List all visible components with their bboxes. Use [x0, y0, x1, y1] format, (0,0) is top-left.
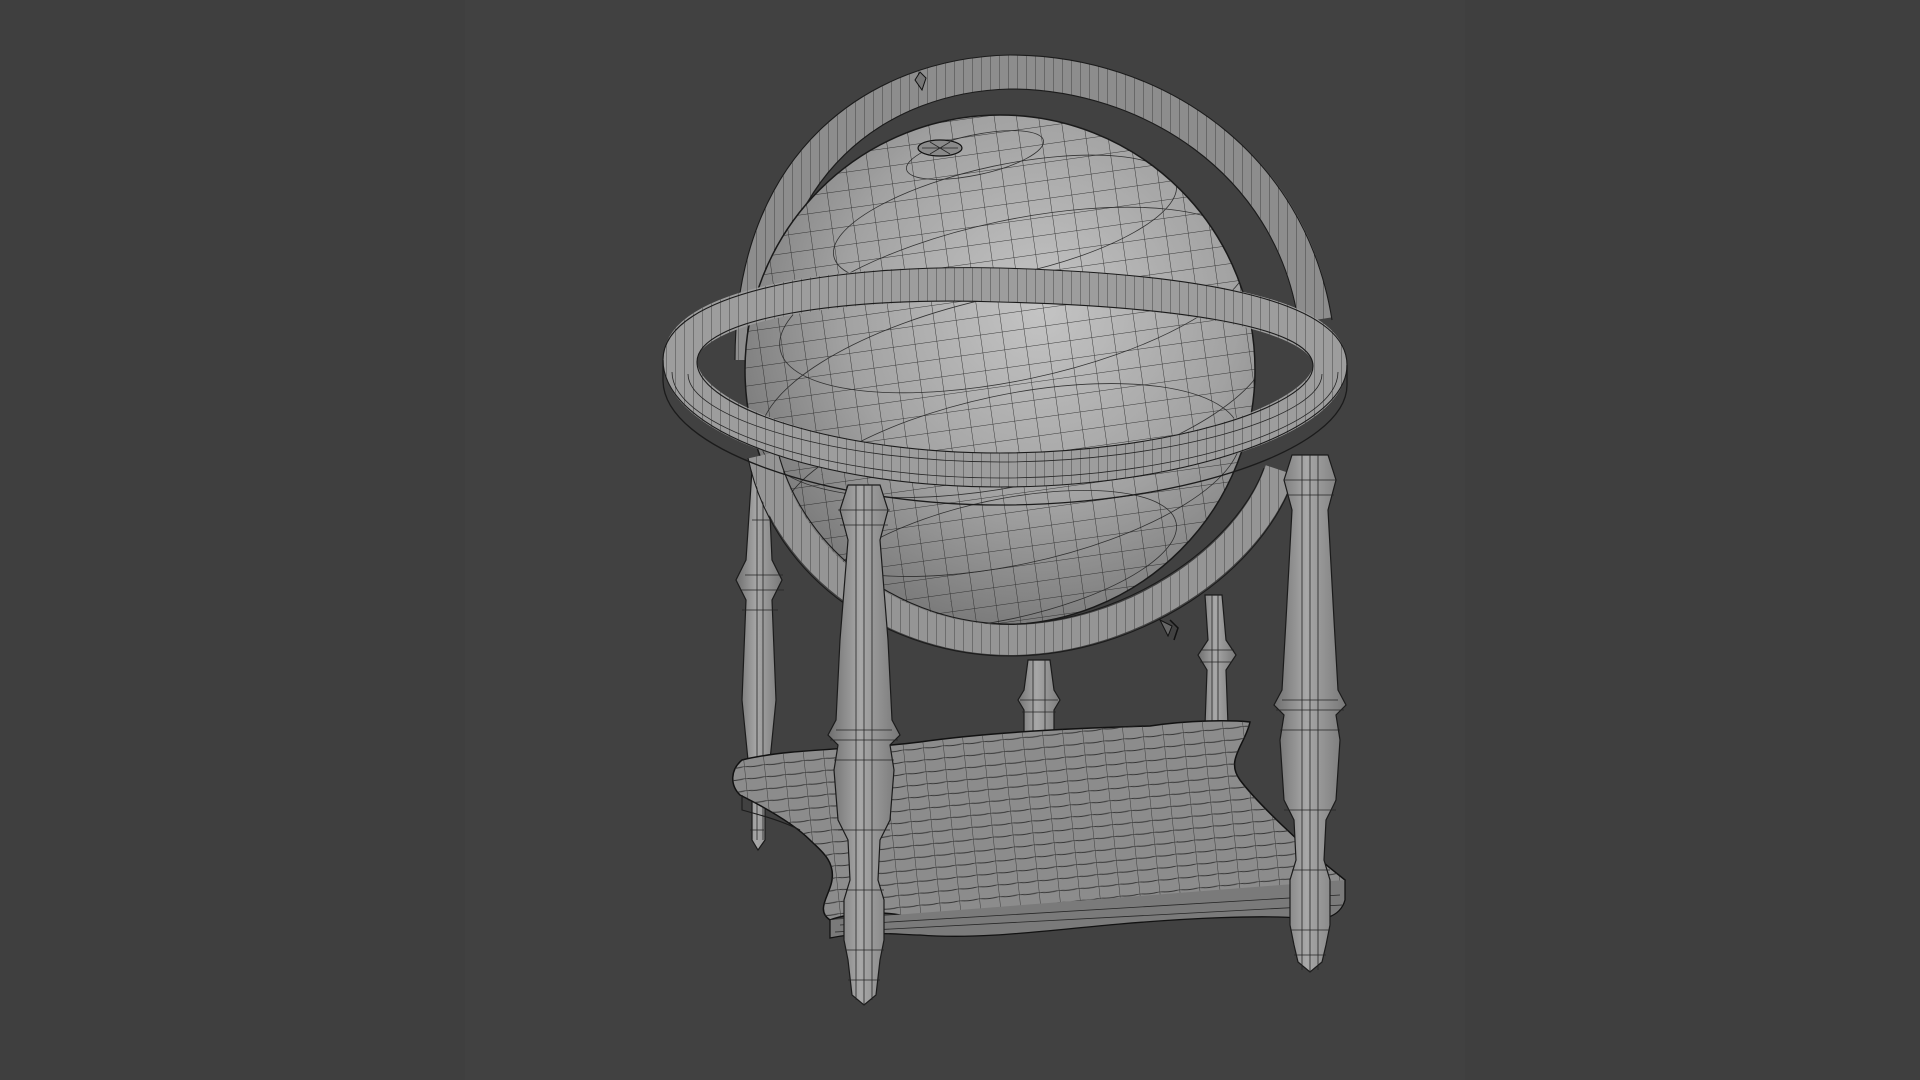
globe-pole-cap [917, 139, 963, 157]
leg-back-right [1197, 594, 1237, 726]
globe-stand-model[interactable] [0, 0, 1920, 1080]
ring-side-hook [1169, 619, 1179, 641]
3d-viewport[interactable] [0, 0, 1920, 1080]
bottom-shelf [732, 720, 1346, 939]
